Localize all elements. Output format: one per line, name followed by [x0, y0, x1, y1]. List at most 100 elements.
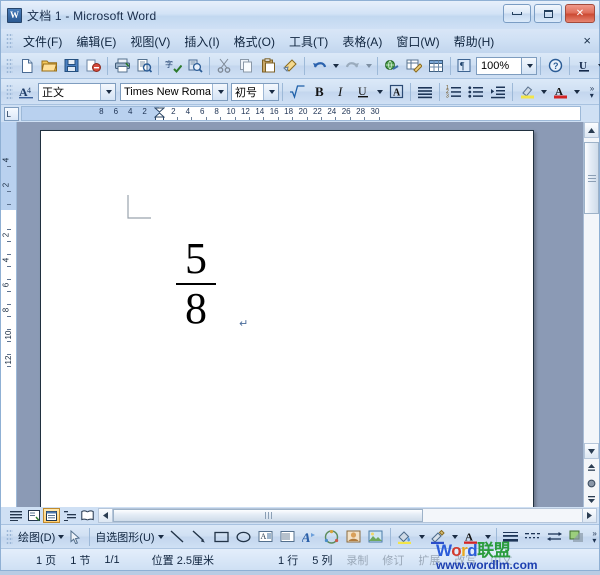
minimize-button[interactable] [503, 4, 531, 23]
open-folder-icon[interactable] [38, 55, 60, 77]
formatting-toolbar-overflow-button[interactable]: »▾ [585, 81, 599, 103]
menu-help[interactable]: 帮助(H) [447, 31, 502, 52]
format-painter-icon[interactable] [279, 55, 301, 77]
select-objects-icon[interactable] [64, 526, 86, 548]
font-combobox[interactable]: Times New Roma [120, 83, 228, 101]
vertical-ruler[interactable]: 4224681012 [1, 122, 17, 507]
menu-tools[interactable]: 工具(T) [282, 31, 335, 52]
shadow-style-icon[interactable] [566, 526, 588, 548]
status-ovr[interactable]: 改写 [447, 552, 483, 568]
horizontal-scroll-track[interactable] [113, 508, 582, 523]
horizontal-ruler[interactable]: 864224681012141618202224262830 [21, 106, 581, 121]
save-icon[interactable] [60, 55, 82, 77]
fill-color-arrow-icon[interactable] [416, 526, 427, 548]
scroll-up-button[interactable] [584, 122, 599, 138]
undo-icon[interactable] [308, 55, 330, 77]
text-box-icon[interactable]: A [255, 526, 277, 548]
spelling-check-icon[interactable]: 字 [162, 55, 184, 77]
insert-hyperlink-icon[interactable] [381, 55, 403, 77]
underline-icon[interactable]: U [573, 55, 595, 77]
normal-view-button[interactable] [7, 508, 24, 523]
select-browse-object-button[interactable] [584, 475, 599, 491]
autoshapes-menu-arrow-icon[interactable] [158, 535, 164, 539]
arrow-style-icon[interactable] [544, 526, 566, 548]
align-justify-icon[interactable] [414, 81, 436, 103]
outline-view-button[interactable] [61, 508, 78, 523]
maximize-button[interactable] [534, 4, 562, 23]
status-rec[interactable]: 录制 [339, 552, 375, 568]
menu-window[interactable]: 窗口(W) [389, 31, 446, 52]
insert-table-icon[interactable] [425, 55, 447, 77]
menu-file[interactable]: 文件(F) [16, 31, 69, 52]
fill-color-icon[interactable] [394, 526, 416, 548]
menu-view[interactable]: 视图(V) [123, 31, 177, 52]
increase-indent-icon[interactable] [487, 81, 509, 103]
drawing-toolbar-drag-handle[interactable] [6, 529, 13, 545]
standard-toolbar-drag-handle[interactable] [6, 58, 13, 74]
next-page-button[interactable] [584, 491, 599, 507]
vertical-scrollbar[interactable] [583, 122, 599, 507]
menu-edit[interactable]: 编辑(E) [69, 31, 123, 52]
zoom-input[interactable]: 100% [476, 57, 522, 75]
line-color-arrow-icon[interactable] [449, 526, 460, 548]
style-dropdown-arrow-icon[interactable] [100, 84, 115, 100]
font-color-icon[interactable]: A [549, 81, 571, 103]
scroll-left-button[interactable] [98, 508, 113, 523]
menu-insert[interactable]: 插入(I) [177, 31, 226, 52]
formatting-toolbar-drag-handle[interactable] [6, 84, 13, 100]
numbered-list-icon[interactable]: 123 [443, 81, 465, 103]
tables-borders-icon[interactable] [403, 55, 425, 77]
vertical-scroll-thumb[interactable] [584, 142, 599, 214]
reading-layout-view-button[interactable] [79, 508, 96, 523]
equation-icon[interactable] [286, 81, 308, 103]
line-icon[interactable] [167, 526, 189, 548]
print-icon[interactable] [111, 55, 133, 77]
status-trk[interactable]: 修订 [375, 552, 411, 568]
close-button[interactable]: ✕ [565, 4, 595, 23]
draw-menu-button[interactable]: 绘图(D) [16, 529, 57, 545]
print-layout-view-button[interactable] [43, 508, 60, 523]
new-document-icon[interactable] [16, 55, 38, 77]
drawing-toolbar-overflow-button[interactable]: »▾ [588, 526, 600, 548]
font-color-arrow-icon[interactable] [482, 526, 493, 548]
document-canvas[interactable]: 5 8 ↵ [17, 122, 583, 507]
character-border-icon[interactable]: A [385, 81, 407, 103]
italic-icon[interactable]: I [330, 81, 352, 103]
tab-stop-selector[interactable]: L [1, 106, 21, 122]
menu-format[interactable]: 格式(O) [227, 31, 282, 52]
underline-icon[interactable]: U [352, 81, 374, 103]
font-color-icon[interactable]: A [460, 526, 482, 548]
previous-page-button[interactable] [584, 459, 599, 475]
help-icon[interactable]: ? [544, 55, 566, 77]
insert-diagram-icon[interactable] [321, 526, 343, 548]
insert-picture-icon[interactable] [365, 526, 387, 548]
copy-icon[interactable] [235, 55, 257, 77]
menu-drag-handle[interactable] [6, 33, 13, 49]
menu-table[interactable]: 表格(A) [335, 31, 389, 52]
horizontal-scrollbar[interactable] [98, 508, 597, 523]
line-style-icon[interactable] [500, 526, 522, 548]
undo-dropdown-arrow-icon[interactable] [330, 55, 341, 77]
line-color-icon[interactable] [427, 526, 449, 548]
autoshapes-menu-button[interactable]: 自选图形(U) [93, 529, 156, 545]
bulleted-list-icon[interactable] [465, 81, 487, 103]
mail-recipient-icon[interactable] [82, 55, 104, 77]
redo-icon[interactable] [341, 55, 363, 77]
styles-formatting-icon[interactable]: A4 [16, 81, 38, 103]
show-formatting-icon[interactable]: ¶ [454, 55, 476, 77]
underline-style-arrow-icon[interactable] [374, 81, 385, 103]
dash-style-icon[interactable] [522, 526, 544, 548]
arrow-icon[interactable] [189, 526, 211, 548]
font-size-dropdown-arrow-icon[interactable] [263, 84, 278, 100]
insert-wordart-icon[interactable]: A [299, 526, 321, 548]
style-combobox[interactable]: 正文 [38, 83, 116, 101]
status-language[interactable]: 中文 [483, 552, 519, 568]
horizontal-scroll-thumb[interactable] [113, 509, 423, 522]
font-color-arrow-icon[interactable] [571, 81, 582, 103]
research-icon[interactable] [184, 55, 206, 77]
scroll-right-button[interactable] [582, 508, 597, 523]
underline-dropdown-arrow-icon[interactable] [595, 55, 600, 77]
scroll-down-button[interactable] [584, 443, 599, 459]
redo-dropdown-arrow-icon[interactable] [363, 55, 374, 77]
insert-clip-art-icon[interactable] [343, 526, 365, 548]
